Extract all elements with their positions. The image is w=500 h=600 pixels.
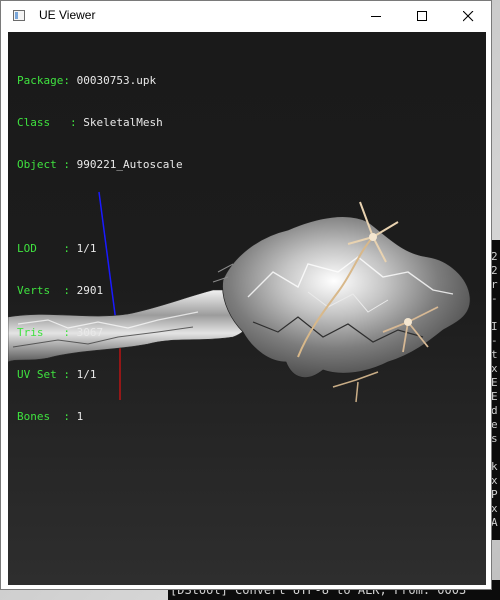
uvset-label: UV Set — [17, 368, 57, 381]
lod-value: 1/1 — [76, 242, 97, 255]
object-value: 990221_Autoscale — [76, 158, 183, 171]
verts-label: Verts — [17, 284, 51, 297]
window-title: UE Viewer — [39, 8, 96, 22]
verts-value: 2901 — [76, 284, 104, 297]
bones-value: 1 — [76, 410, 84, 423]
class-label: Class — [17, 116, 51, 129]
object-row: Object : 990221_Autoscale — [17, 158, 183, 171]
lod-label: LOD — [17, 242, 37, 255]
maximize-icon — [417, 11, 427, 21]
tris-label: Tris — [17, 326, 44, 339]
minimize-button[interactable] — [353, 1, 399, 31]
class-value: SkeletalMesh — [83, 116, 163, 129]
3d-viewport[interactable]: Package: 00030753.upk Class : SkeletalMe… — [8, 32, 486, 585]
mesh-info-overlay: Package: 00030753.upk Class : SkeletalMe… — [17, 46, 183, 452]
bones-label: Bones — [17, 410, 51, 423]
minimize-icon — [371, 16, 381, 17]
tris-value: 3067 — [76, 326, 104, 339]
verts-row: Verts : 2901 — [17, 284, 104, 297]
close-button[interactable] — [445, 1, 491, 31]
bones-row: Bones : 1 — [17, 410, 84, 423]
uvset-row: UV Set : 1/1 — [17, 368, 97, 381]
tris-row: Tris : 3067 — [17, 326, 104, 339]
app-icon — [13, 10, 25, 21]
uvset-value: 1/1 — [76, 368, 97, 381]
lod-row: LOD : 1/1 — [17, 242, 97, 255]
maximize-button[interactable] — [399, 1, 445, 31]
package-label: Package — [17, 74, 64, 87]
package-value: 00030753.upk — [76, 74, 157, 87]
class-row: Class : SkeletalMesh — [17, 116, 163, 129]
object-label: Object — [17, 158, 57, 171]
ue-viewer-window: UE Viewer Package: 00030753.upk Class: … — [0, 0, 492, 590]
close-icon — [463, 11, 474, 22]
title-bar[interactable]: UE Viewer — [1, 1, 491, 31]
package-row: Package: 00030753.upk — [17, 74, 157, 87]
